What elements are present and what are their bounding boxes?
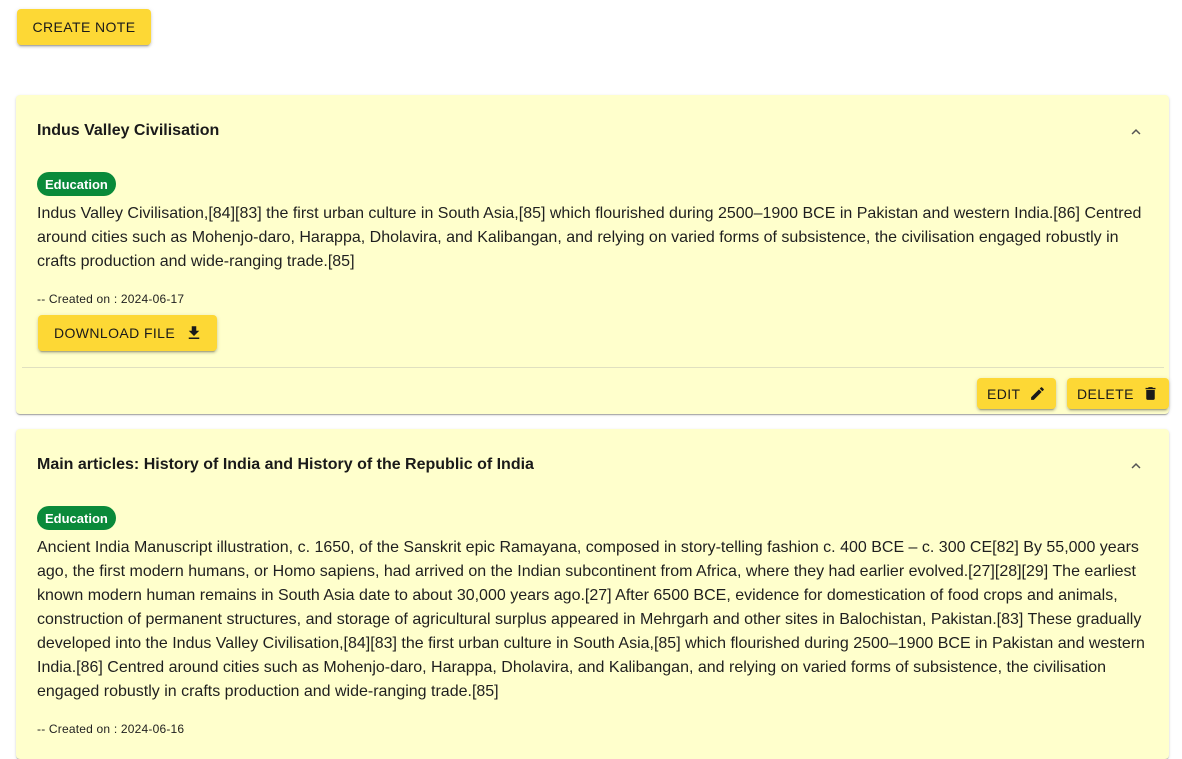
tag-badge: Education [37, 506, 116, 530]
edit-button[interactable]: EDIT [977, 378, 1056, 409]
trash-icon [1142, 385, 1159, 402]
chevron-up-icon[interactable] [1127, 457, 1145, 475]
download-button-label: DOWNLOAD FILE [54, 325, 176, 341]
note-body: Indus Valley Civilisation,[84][83] the f… [37, 205, 1142, 270]
note-card: Indus Valley Civilisation Education Indu… [16, 95, 1169, 414]
download-icon [185, 324, 203, 342]
created-date: -- Created on : 2024-06-16 [37, 722, 185, 736]
note-title: Indus Valley Civilisation [37, 122, 220, 139]
delete-button-label: DELETE [1077, 385, 1134, 402]
delete-button[interactable]: DELETE [1067, 378, 1169, 409]
note-card-header[interactable]: Indus Valley Civilisation [16, 95, 1169, 167]
tag-badge: Education [37, 172, 116, 196]
note-body: Ancient India Manuscript illustration, c… [37, 539, 1145, 700]
note-card-header[interactable]: Main articles: History of India and Hist… [16, 429, 1169, 501]
card-divider [22, 367, 1164, 368]
create-note-button[interactable]: CREATE NOTE [17, 9, 151, 45]
note-card: Main articles: History of India and Hist… [16, 429, 1169, 759]
note-title: Main articles: History of India and Hist… [37, 456, 534, 473]
chevron-up-icon[interactable] [1127, 123, 1145, 141]
pencil-icon [1029, 385, 1046, 402]
download-file-button[interactable]: DOWNLOAD FILE [38, 315, 218, 351]
edit-button-label: EDIT [987, 385, 1021, 402]
created-date: -- Created on : 2024-06-17 [37, 292, 185, 306]
